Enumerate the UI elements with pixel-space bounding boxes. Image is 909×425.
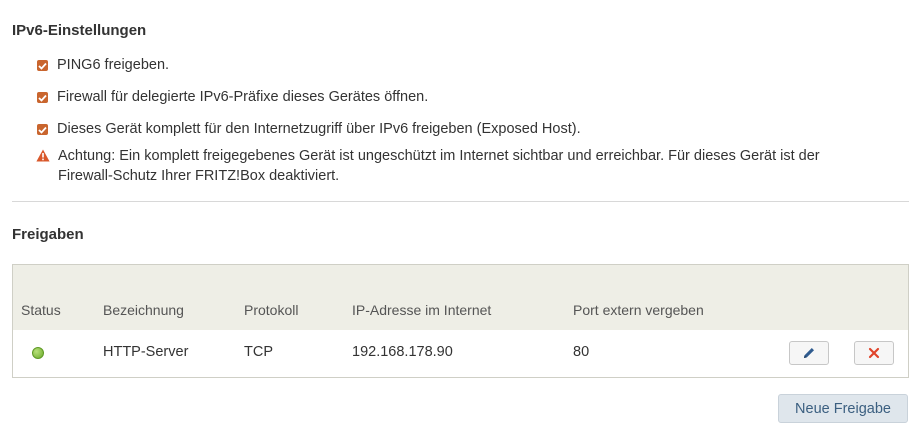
row-protocol: TCP <box>244 344 273 360</box>
column-header-name: Bezeichnung <box>103 302 184 318</box>
option-ping6[interactable]: PING6 freigeben. <box>37 57 169 73</box>
pencil-icon <box>804 348 814 358</box>
column-header-protocol: Protokoll <box>244 302 299 318</box>
column-header-status: Status <box>21 302 61 318</box>
x-icon <box>868 347 880 359</box>
freigaben-table: Status Bezeichnung Protokoll IP-Adresse … <box>12 264 909 378</box>
ipv6-settings-title: IPv6-Einstellungen <box>12 22 147 39</box>
option-label: Dieses Gerät komplett für den Internetzu… <box>57 121 581 137</box>
row-ip: 192.168.178.90 <box>352 344 453 360</box>
table-header: Status Bezeichnung Protokoll IP-Adresse … <box>13 265 908 330</box>
checkmark-icon[interactable] <box>37 92 48 103</box>
warning-text: Achtung: Ein komplett freigegebenes Gerä… <box>58 148 820 184</box>
new-share-button[interactable]: Neue Freigabe <box>778 394 908 423</box>
freigaben-title: Freigaben <box>12 226 84 243</box>
row-name: HTTP-Server <box>103 344 189 360</box>
option-firewall-prefixes[interactable]: Firewall für delegierte IPv6-Präfixe die… <box>37 89 428 105</box>
edit-button[interactable] <box>789 341 829 365</box>
warning-triangle-icon <box>36 149 50 162</box>
option-label: PING6 freigeben. <box>57 57 170 73</box>
checkmark-icon[interactable] <box>37 124 48 135</box>
checkmark-icon[interactable] <box>37 60 48 71</box>
delete-button[interactable] <box>854 341 894 365</box>
option-exposed-host[interactable]: Dieses Gerät komplett für den Internetzu… <box>37 121 581 137</box>
column-header-ip: IP-Adresse im Internet <box>352 302 492 318</box>
exposed-host-warning: Achtung: Ein komplett freigegebenes Gerä… <box>36 146 876 186</box>
status-active-icon <box>32 347 44 359</box>
row-port: 80 <box>573 344 590 360</box>
column-header-port: Port extern vergeben <box>573 302 704 318</box>
option-label: Firewall für delegierte IPv6-Präfixe die… <box>57 89 429 105</box>
section-divider <box>12 201 909 202</box>
